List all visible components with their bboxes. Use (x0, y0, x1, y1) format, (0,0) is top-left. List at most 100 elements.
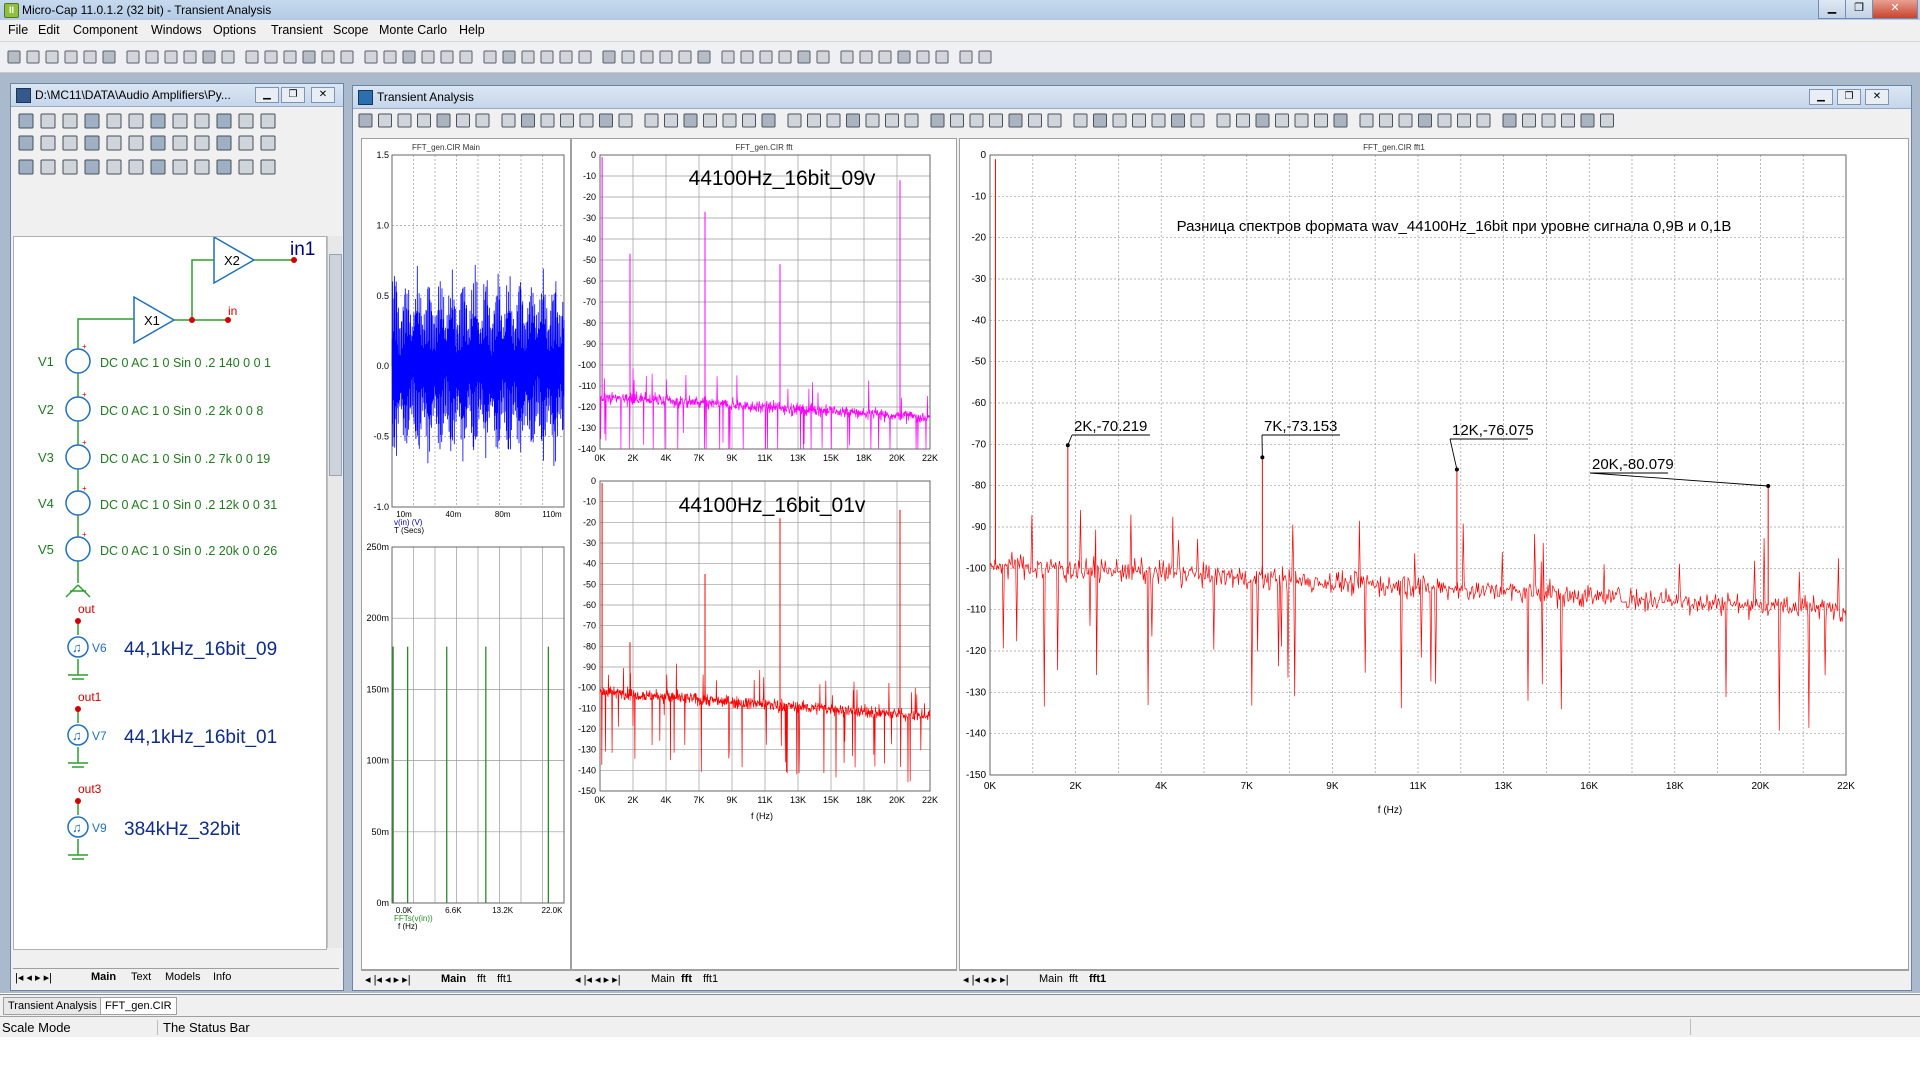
analysis-toolbar-icon[interactable] (1294, 113, 1309, 128)
analysis-toolbar-icon[interactable] (950, 113, 964, 128)
maximize-button[interactable]: ❐ (1845, 0, 1873, 19)
toolbar-button-icon[interactable] (540, 50, 554, 64)
analysis-toolbar-icon[interactable] (742, 113, 756, 128)
toolbar-button-icon[interactable] (183, 50, 197, 64)
palette-tool-icon[interactable] (216, 159, 232, 175)
analysis-toolbar[interactable] (355, 110, 1905, 134)
analysis-toolbar-icon[interactable] (865, 113, 880, 128)
menu-transient[interactable]: Transient (271, 23, 323, 37)
toolbar-button-icon[interactable] (26, 50, 40, 64)
analysis-toolbar-icon[interactable] (436, 113, 451, 128)
palette-tool-icon[interactable] (128, 113, 144, 129)
palette-tool-icon[interactable] (150, 159, 166, 175)
panel-fft-tab-fft1[interactable]: fft1 (703, 973, 718, 985)
analysis-toolbar-icon[interactable] (1275, 113, 1289, 128)
toolbar-button-icon[interactable] (164, 50, 178, 64)
palette-tool-icon[interactable] (84, 135, 100, 151)
toolbar-button-icon[interactable] (778, 50, 792, 64)
schematic-restore-button[interactable]: ❐ (281, 87, 305, 103)
palette-tool-icon[interactable] (172, 135, 188, 151)
schematic-close-button[interactable]: ✕ (311, 87, 335, 103)
analysis-toolbar-icon[interactable] (1561, 113, 1575, 128)
analysis-close-button[interactable]: ✕ (1865, 89, 1889, 105)
analysis-toolbar-icon[interactable] (1093, 113, 1107, 128)
analysis-toolbar-icon[interactable] (1580, 113, 1595, 128)
plot-panel-fft[interactable]: FFT_gen.CIR fft 0 -10 -20 -30 -40 -50 -60 -70 -80… (571, 138, 957, 970)
menu-edit[interactable]: Edit (38, 23, 60, 37)
toolbar-button-icon[interactable] (321, 50, 335, 64)
analysis-toolbar-icon[interactable] (1236, 113, 1250, 128)
palette-tool-icon[interactable] (40, 159, 56, 175)
analysis-toolbar-icon[interactable] (1171, 113, 1185, 128)
toolbar-button-icon[interactable] (797, 50, 811, 64)
palette-tool-icon[interactable] (260, 135, 276, 151)
palette-tool-icon[interactable] (106, 135, 122, 151)
toolbar-button-icon[interactable] (640, 50, 654, 64)
analysis-toolbar-icon[interactable] (1476, 113, 1491, 128)
toolbar-button-icon[interactable] (145, 50, 159, 64)
toolbar-button-icon[interactable] (621, 50, 635, 64)
analysis-minimize-button[interactable]: ▁ (1809, 89, 1833, 105)
analysis-toolbar-icon[interactable] (1541, 113, 1556, 128)
palette-tool-icon[interactable] (128, 159, 144, 175)
analysis-toolbar-icon[interactable] (885, 113, 899, 128)
scrollbar-thumb[interactable] (329, 254, 342, 476)
toolbar-button-icon[interactable] (897, 50, 911, 64)
palette-tool-icon[interactable] (238, 135, 254, 151)
tab-main[interactable]: Main (91, 971, 116, 983)
analysis-toolbar-icon[interactable] (904, 113, 919, 128)
toolbar-button-icon[interactable] (440, 50, 454, 64)
analysis-toolbar-icon[interactable] (1112, 113, 1127, 128)
analysis-toolbar-icon[interactable] (540, 113, 555, 128)
toolbar-button-icon[interactable] (721, 50, 735, 64)
toolbar-button-icon[interactable] (816, 50, 830, 64)
analysis-toolbar-icon[interactable] (761, 113, 776, 128)
analysis-toolbar-icon[interactable] (1151, 113, 1166, 128)
palette-tool-icon[interactable] (40, 135, 56, 151)
sine-source-v5[interactable] (65, 536, 91, 562)
toolbar-button-icon[interactable] (221, 50, 235, 64)
toolbar-button-icon[interactable] (283, 50, 297, 64)
analysis-toolbar-icon[interactable] (1379, 113, 1393, 128)
menu-monte-carlo[interactable]: Monte Carlo (379, 23, 447, 37)
toolbar-button-icon[interactable] (978, 50, 992, 64)
analysis-toolbar-icon[interactable] (664, 113, 678, 128)
toolbar-button-icon[interactable] (840, 50, 854, 64)
analysis-toolbar-icon[interactable] (560, 113, 574, 128)
palette-tool-icon[interactable] (62, 159, 78, 175)
analysis-toolbar-icon[interactable] (703, 113, 717, 128)
tab-models[interactable]: Models (165, 971, 200, 983)
palette-tool-icon[interactable] (194, 135, 210, 151)
toolbar-button-icon[interactable] (7, 50, 21, 64)
analysis-toolbar-icon[interactable] (599, 113, 613, 128)
toolbar-button-icon[interactable] (126, 50, 140, 64)
palette-tool-icon[interactable] (150, 135, 166, 151)
analysis-toolbar-icon[interactable] (1132, 113, 1146, 128)
menu-file[interactable]: File (8, 23, 28, 37)
sine-source-v3[interactable] (65, 444, 91, 470)
component-palette[interactable] (13, 108, 341, 236)
schematic-minimize-button[interactable]: ▁ (255, 87, 279, 103)
panel-fft-tab-main[interactable]: Main (651, 973, 675, 985)
toolbar-button-icon[interactable] (202, 50, 216, 64)
palette-tool-icon[interactable] (128, 135, 144, 151)
analysis-toolbar-icon[interactable] (1255, 113, 1270, 128)
analysis-toolbar-icon[interactable] (475, 113, 490, 128)
toolbar-button-icon[interactable] (521, 50, 535, 64)
toolbar-button-icon[interactable] (340, 50, 354, 64)
palette-tool-icon[interactable] (150, 113, 166, 129)
panel-fft-nav-arrows[interactable]: ◂ |◂ ◂ ▸ ▸| (575, 973, 621, 986)
analysis-restore-button[interactable]: ❐ (1837, 89, 1861, 105)
palette-tool-icon[interactable] (216, 113, 232, 129)
toolbar-button-icon[interactable] (364, 50, 378, 64)
schematic-scrollbar[interactable] (327, 236, 342, 948)
analysis-toolbar-icon[interactable] (826, 113, 841, 128)
analysis-toolbar-icon[interactable] (1398, 113, 1413, 128)
tab-text[interactable]: Text (131, 971, 151, 983)
palette-tool-icon[interactable] (194, 113, 210, 129)
analysis-toolbar-icon[interactable] (969, 113, 984, 128)
toolbar-button-icon[interactable] (578, 50, 592, 64)
analysis-toolbar-icon[interactable] (1073, 113, 1088, 128)
toolbar-button-icon[interactable] (697, 50, 711, 64)
close-button[interactable]: ✕ (1872, 0, 1918, 19)
